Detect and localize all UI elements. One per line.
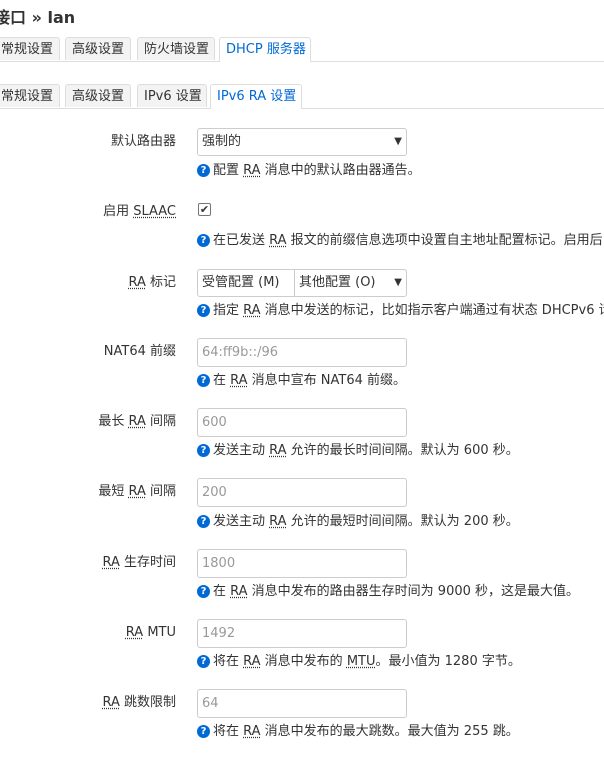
max-interval-input[interactable] bbox=[197, 408, 407, 437]
lifetime-input[interactable] bbox=[197, 549, 407, 578]
question-icon: ? bbox=[197, 234, 210, 247]
nat64-help: ? 在 RA 消息中宣布 NAT64 前缀。 bbox=[197, 373, 406, 389]
question-icon: ? bbox=[197, 164, 210, 177]
question-icon: ? bbox=[197, 444, 210, 457]
ra-flags-select[interactable]: 受管配置 (M) 其他配置 (O) ▼ bbox=[197, 269, 407, 297]
subtab-ipv6-ra[interactable]: IPv6 RA 设置 bbox=[210, 84, 302, 109]
question-icon: ? bbox=[197, 725, 210, 738]
hop-limit-help: ? 将在 RA 消息中发布的最大跳数。最大值为 255 跳。 bbox=[197, 724, 519, 740]
min-interval-label: 最短 RA 间隔 bbox=[98, 484, 176, 499]
default-router-value: 强制的 bbox=[202, 134, 242, 149]
lifetime-label: RA 生存时间 bbox=[102, 555, 176, 570]
mtu-label: RA MTU bbox=[125, 625, 176, 640]
tab-dhcp-server[interactable]: DHCP 服务器 bbox=[219, 37, 311, 62]
mtu-input[interactable] bbox=[197, 619, 407, 648]
tab-general[interactable]: 常规设置 bbox=[0, 37, 60, 60]
hop-limit-label: RA 跳数限制 bbox=[102, 695, 176, 710]
slaac-help: ? 在已发送 RA 报文的前缀信息选项中设置自主地址配置标记。启用后 bbox=[197, 233, 603, 249]
min-interval-input[interactable] bbox=[197, 478, 407, 507]
subtab-ipv6[interactable]: IPv6 设置 bbox=[137, 84, 207, 107]
default-router-help: ? 配置 RA 消息中的默认路由器通告。 bbox=[197, 163, 421, 179]
ra-flags-help: ? 指定 RA 消息中发送的标记，比如指示客户端通过有状态 DHCPv6 请 bbox=[197, 303, 604, 319]
subtab-general[interactable]: 常规设置 bbox=[0, 84, 60, 107]
default-router-select[interactable]: 强制的 ▼ bbox=[197, 128, 407, 156]
nat64-prefix-input[interactable] bbox=[197, 338, 407, 367]
question-icon: ? bbox=[197, 515, 210, 528]
main-tab-bar: 常规设置 高级设置 防火墙设置 DHCP 服务器 bbox=[0, 37, 604, 62]
max-interval-help: ? 发送主动 RA 允许的最长时间间隔。默认为 600 秒。 bbox=[197, 443, 519, 459]
hop-limit-input[interactable] bbox=[197, 689, 407, 718]
tab-firewall[interactable]: 防火墙设置 bbox=[137, 37, 215, 60]
mtu-help: ? 将在 RA 消息中发布的 MTU。最小值为 1280 字节。 bbox=[197, 654, 521, 670]
nat64-label: NAT64 前缀 bbox=[103, 344, 176, 359]
slaac-checkbox[interactable]: ✔ bbox=[198, 203, 211, 216]
question-icon: ? bbox=[197, 655, 210, 668]
lifetime-help: ? 在 RA 消息中发布的路由器生存时间为 9000 秒，这是最大值。 bbox=[197, 584, 579, 600]
question-icon: ? bbox=[197, 304, 210, 317]
tab-advanced[interactable]: 高级设置 bbox=[65, 37, 131, 60]
ra-flag-managed: 受管配置 (M) bbox=[202, 275, 280, 290]
min-interval-help: ? 发送主动 RA 允许的最短时间间隔。默认为 200 秒。 bbox=[197, 514, 519, 530]
subtab-advanced[interactable]: 高级设置 bbox=[65, 84, 131, 107]
ra-flags-separator bbox=[294, 270, 295, 296]
chevron-down-icon: ▼ bbox=[394, 136, 402, 147]
sub-tab-bar: 常规设置 高级设置 IPv6 设置 IPv6 RA 设置 bbox=[0, 84, 604, 109]
max-interval-label: 最长 RA 间隔 bbox=[98, 414, 176, 429]
question-icon: ? bbox=[197, 585, 210, 598]
page-title: 接口 » lan bbox=[0, 8, 76, 27]
slaac-label: 启用 SLAAC bbox=[103, 204, 176, 219]
question-icon: ? bbox=[197, 374, 210, 387]
ra-flags-label: RA 标记 bbox=[128, 275, 176, 290]
ra-flag-other: 其他配置 (O) bbox=[299, 275, 376, 290]
chevron-down-icon: ▼ bbox=[394, 277, 402, 288]
default-router-label: 默认路由器 bbox=[110, 134, 176, 149]
